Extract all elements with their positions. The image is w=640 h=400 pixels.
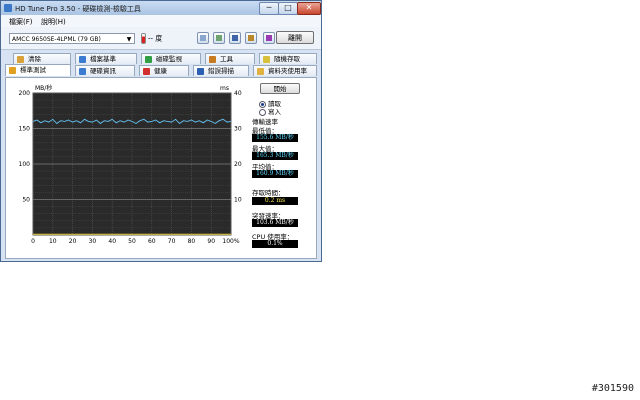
exit-button[interactable]: 離開 [276, 31, 314, 44]
x-tick-label: 100% [222, 238, 239, 245]
x-tick-label: 0 [31, 238, 35, 245]
x-tick-label: 10 [49, 238, 57, 245]
burst-rate-value: 103.6 MB/秒 [252, 219, 298, 227]
x-tick-label: 90 [207, 238, 215, 245]
tab-info[interactable]: 硬碟資訊 [75, 65, 135, 76]
tab-disk-monitor[interactable]: 磁碟監視 [141, 53, 201, 64]
random-access-icon [263, 56, 270, 63]
close-button[interactable]: ✕ [297, 2, 321, 15]
average-value: 160.9 MB/秒 [252, 170, 298, 178]
y-tick-label-right: 20 [234, 161, 242, 168]
drive-select-value: AMCC 9650SE-4LPML (79 GB) [12, 36, 101, 43]
drive-select[interactable]: AMCC 9650SE-4LPML (79 GB) ▼ [9, 33, 135, 44]
y-axis-label-left: MB/秒 [35, 84, 52, 92]
benchmark-chart: MB/秒 ms20015010050403020100 10 20 30 40 50 60 70… [19, 84, 242, 245]
y-tick-label-left: 150 [19, 126, 31, 133]
access-time-value: 0.2 ms [252, 197, 298, 205]
tab-random-access[interactable]: 隨機存取 [259, 53, 317, 64]
tab-label: 標準測試 [20, 66, 46, 74]
tab-folder-usage[interactable]: 資料夾使用率 [253, 65, 317, 76]
y-tick-label-right: 10 [234, 197, 242, 204]
window-title: HD Tune Pro 3.50 - 硬碟檢測-檢驗工具 [15, 5, 141, 13]
options-icon[interactable] [245, 32, 257, 44]
health-icon [143, 68, 150, 75]
app-window: HD Tune Pro 3.50 - 硬碟檢測-檢驗工具 ─ □ ✕ 檔案(F)… [0, 0, 322, 262]
menu-bar: 檔案(F) 說明(H) [1, 15, 321, 27]
tab-tools[interactable]: 工具 [205, 53, 255, 64]
y-axis-label-right: ms [220, 85, 229, 92]
tab-benchmark[interactable]: 標準測試 [5, 64, 71, 76]
tab-label: 磁碟監視 [156, 55, 182, 63]
watermark-text: #301590 [591, 383, 634, 394]
maximum-value: 165.3 MB/秒 [252, 152, 298, 160]
tab-label: 工具 [220, 55, 233, 63]
tab-label: 隨機存取 [274, 55, 300, 63]
x-tick-label: 70 [168, 238, 176, 245]
radio-unselected-icon [259, 108, 266, 116]
tab-erase[interactable]: 清除 [13, 53, 71, 64]
x-tick-label: 50 [128, 238, 136, 245]
minimize-button[interactable]: ─ [259, 2, 279, 15]
x-tick-label: 20 [69, 238, 77, 245]
write-radio[interactable]: 寫入 [259, 106, 281, 116]
cpu-usage-value: 0.1% [252, 240, 298, 248]
tab-error-scan[interactable]: 錯誤掃描 [193, 65, 249, 76]
copy-text-icon[interactable] [197, 32, 209, 44]
tab-label: 硬碟資訊 [90, 67, 116, 75]
y-tick-label-right: 30 [234, 126, 242, 133]
y-tick-label-right: 40 [234, 90, 242, 97]
copy-info-icon[interactable] [213, 32, 225, 44]
x-tick-label: 60 [148, 238, 156, 245]
save-icon[interactable] [229, 32, 241, 44]
disk-monitor-icon [145, 56, 152, 63]
temperature-value: -- 度 [148, 34, 163, 43]
menu-help[interactable]: 說明(H) [41, 17, 66, 27]
app-icon [4, 4, 12, 12]
access-time-label: 存取時間： [252, 189, 285, 197]
toolbar: AMCC 9650SE-4LPML (79 GB) ▼ -- 度 離開 [1, 27, 321, 50]
y-tick-label-left: 100 [19, 161, 31, 168]
chevron-down-icon[interactable]: ▼ [125, 34, 133, 43]
tab-health[interactable]: 健康 [139, 65, 189, 76]
info-icon [79, 68, 86, 75]
tab-label: 檔案基準 [90, 55, 116, 63]
benchmark-chart-area: MB/秒 ms 200 150 100 50 40 30 20 10 0 10 20 30 40 50 60 70… [5, 81, 245, 249]
tab-label: 資料夾使用率 [268, 67, 307, 75]
error-scan-icon [197, 68, 204, 75]
x-tick-label: 80 [188, 238, 196, 245]
tab-label: 健康 [154, 67, 167, 75]
tab-label: 錯誤掃描 [208, 67, 234, 75]
erase-icon [17, 56, 24, 63]
file-benchmark-icon [79, 56, 86, 63]
tab-file-benchmark[interactable]: 檔案基準 [75, 53, 137, 64]
title-bar[interactable]: HD Tune Pro 3.50 - 硬碟檢測-檢驗工具 ─ □ ✕ [1, 1, 321, 15]
thermometer-icon [141, 33, 146, 44]
write-label: 寫入 [268, 108, 281, 116]
tab-label: 清除 [28, 55, 41, 63]
minimum-value: 155.6 MB/秒 [252, 134, 298, 142]
y-tick-label-left: 50 [22, 197, 30, 204]
x-tick-label: 30 [89, 238, 97, 245]
tab-strip: 清除 檔案基準 磁碟監視 工具 隨機存取 標準測試 硬碟資訊 健康 錯誤掃描 資… [5, 53, 317, 77]
x-tick-label: 40 [108, 238, 116, 245]
tools-icon [209, 56, 216, 63]
y-tick-label-left: 200 [19, 90, 31, 97]
menu-file[interactable]: 檔案(F) [9, 17, 33, 27]
start-button[interactable]: 開始 [260, 83, 300, 94]
download-icon[interactable] [263, 32, 275, 44]
temperature-readout: -- 度 [141, 33, 162, 44]
benchmark-icon [9, 67, 16, 74]
folder-usage-icon [257, 68, 264, 75]
maximize-button[interactable]: □ [278, 2, 298, 15]
